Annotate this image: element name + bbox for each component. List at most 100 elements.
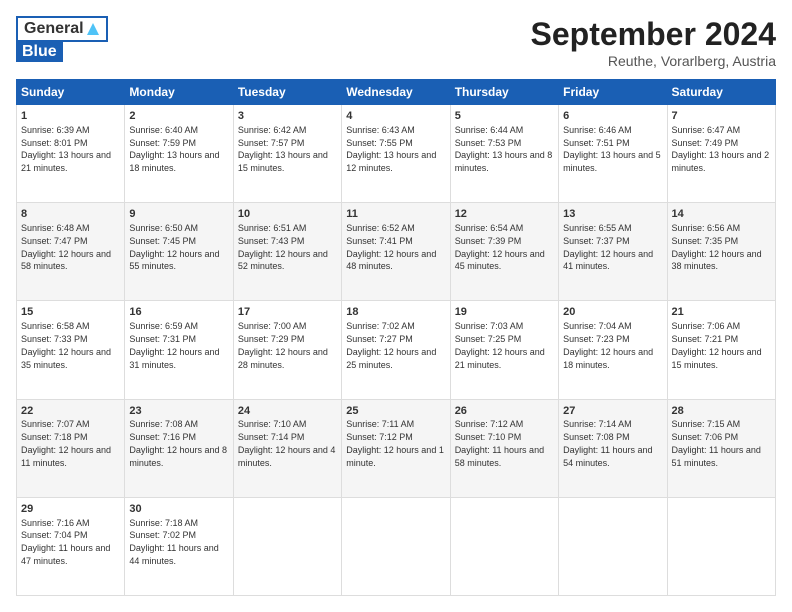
location: Reuthe, Vorarlberg, Austria [531, 53, 776, 69]
calendar-cell: 6Sunrise: 6:46 AMSunset: 7:51 PMDaylight… [559, 105, 667, 203]
calendar-table: Sunday Monday Tuesday Wednesday Thursday… [16, 79, 776, 596]
day-info: Sunrise: 7:03 AMSunset: 7:25 PMDaylight:… [455, 321, 545, 369]
calendar-cell [342, 497, 450, 595]
calendar-week-5: 29Sunrise: 7:16 AMSunset: 7:04 PMDayligh… [17, 497, 776, 595]
day-number: 26 [455, 404, 554, 419]
page: General Blue September 2024 Reuthe, Vora… [0, 0, 792, 612]
day-number: 23 [129, 404, 228, 419]
day-number: 19 [455, 305, 554, 320]
calendar-cell: 10Sunrise: 6:51 AMSunset: 7:43 PMDayligh… [233, 203, 341, 301]
calendar-week-2: 8Sunrise: 6:48 AMSunset: 7:47 PMDaylight… [17, 203, 776, 301]
day-info: Sunrise: 6:44 AMSunset: 7:53 PMDaylight:… [455, 125, 553, 173]
day-info: Sunrise: 7:16 AMSunset: 7:04 PMDaylight:… [21, 518, 110, 566]
day-number: 9 [129, 207, 228, 222]
day-number: 27 [563, 404, 662, 419]
day-info: Sunrise: 6:58 AMSunset: 7:33 PMDaylight:… [21, 321, 111, 369]
col-wednesday: Wednesday [342, 80, 450, 105]
day-number: 21 [672, 305, 771, 320]
title-block: September 2024 Reuthe, Vorarlberg, Austr… [531, 16, 776, 69]
calendar-cell: 4Sunrise: 6:43 AMSunset: 7:55 PMDaylight… [342, 105, 450, 203]
calendar-week-4: 22Sunrise: 7:07 AMSunset: 7:18 PMDayligh… [17, 399, 776, 497]
header-row: Sunday Monday Tuesday Wednesday Thursday… [17, 80, 776, 105]
calendar-cell: 24Sunrise: 7:10 AMSunset: 7:14 PMDayligh… [233, 399, 341, 497]
day-number: 20 [563, 305, 662, 320]
day-info: Sunrise: 7:18 AMSunset: 7:02 PMDaylight:… [129, 518, 218, 566]
day-info: Sunrise: 7:14 AMSunset: 7:08 PMDaylight:… [563, 419, 652, 467]
calendar-cell: 30Sunrise: 7:18 AMSunset: 7:02 PMDayligh… [125, 497, 233, 595]
day-number: 29 [21, 502, 120, 517]
day-number: 12 [455, 207, 554, 222]
day-number: 10 [238, 207, 337, 222]
col-friday: Friday [559, 80, 667, 105]
day-info: Sunrise: 6:47 AMSunset: 7:49 PMDaylight:… [672, 125, 770, 173]
calendar-cell: 14Sunrise: 6:56 AMSunset: 7:35 PMDayligh… [667, 203, 775, 301]
day-info: Sunrise: 6:39 AMSunset: 8:01 PMDaylight:… [21, 125, 111, 173]
day-number: 14 [672, 207, 771, 222]
day-info: Sunrise: 7:06 AMSunset: 7:21 PMDaylight:… [672, 321, 762, 369]
day-number: 7 [672, 109, 771, 124]
day-info: Sunrise: 6:52 AMSunset: 7:41 PMDaylight:… [346, 223, 436, 271]
day-number: 28 [672, 404, 771, 419]
day-info: Sunrise: 6:51 AMSunset: 7:43 PMDaylight:… [238, 223, 328, 271]
header: General Blue September 2024 Reuthe, Vora… [16, 16, 776, 69]
calendar-cell: 23Sunrise: 7:08 AMSunset: 7:16 PMDayligh… [125, 399, 233, 497]
calendar-cell: 7Sunrise: 6:47 AMSunset: 7:49 PMDaylight… [667, 105, 775, 203]
day-number: 30 [129, 502, 228, 517]
calendar-cell: 3Sunrise: 6:42 AMSunset: 7:57 PMDaylight… [233, 105, 341, 203]
col-thursday: Thursday [450, 80, 558, 105]
logo-triangle-icon [86, 22, 100, 36]
day-number: 5 [455, 109, 554, 124]
day-info: Sunrise: 7:10 AMSunset: 7:14 PMDaylight:… [238, 419, 336, 467]
calendar-cell: 12Sunrise: 6:54 AMSunset: 7:39 PMDayligh… [450, 203, 558, 301]
day-number: 4 [346, 109, 445, 124]
day-info: Sunrise: 6:50 AMSunset: 7:45 PMDaylight:… [129, 223, 219, 271]
day-number: 1 [21, 109, 120, 124]
col-tuesday: Tuesday [233, 80, 341, 105]
day-number: 18 [346, 305, 445, 320]
col-saturday: Saturday [667, 80, 775, 105]
col-sunday: Sunday [17, 80, 125, 105]
calendar-cell: 16Sunrise: 6:59 AMSunset: 7:31 PMDayligh… [125, 301, 233, 399]
calendar-cell: 26Sunrise: 7:12 AMSunset: 7:10 PMDayligh… [450, 399, 558, 497]
day-number: 6 [563, 109, 662, 124]
calendar-cell [233, 497, 341, 595]
calendar-cell: 22Sunrise: 7:07 AMSunset: 7:18 PMDayligh… [17, 399, 125, 497]
logo-general-text: General [24, 20, 84, 38]
day-number: 13 [563, 207, 662, 222]
day-number: 11 [346, 207, 445, 222]
day-number: 25 [346, 404, 445, 419]
calendar-cell: 5Sunrise: 6:44 AMSunset: 7:53 PMDaylight… [450, 105, 558, 203]
calendar-cell: 27Sunrise: 7:14 AMSunset: 7:08 PMDayligh… [559, 399, 667, 497]
calendar-cell: 13Sunrise: 6:55 AMSunset: 7:37 PMDayligh… [559, 203, 667, 301]
calendar-cell: 17Sunrise: 7:00 AMSunset: 7:29 PMDayligh… [233, 301, 341, 399]
day-info: Sunrise: 6:55 AMSunset: 7:37 PMDaylight:… [563, 223, 653, 271]
day-number: 17 [238, 305, 337, 320]
calendar-cell: 28Sunrise: 7:15 AMSunset: 7:06 PMDayligh… [667, 399, 775, 497]
calendar-week-1: 1Sunrise: 6:39 AMSunset: 8:01 PMDaylight… [17, 105, 776, 203]
day-info: Sunrise: 6:56 AMSunset: 7:35 PMDaylight:… [672, 223, 762, 271]
calendar-cell: 11Sunrise: 6:52 AMSunset: 7:41 PMDayligh… [342, 203, 450, 301]
day-info: Sunrise: 6:48 AMSunset: 7:47 PMDaylight:… [21, 223, 111, 271]
day-number: 22 [21, 404, 120, 419]
day-info: Sunrise: 6:43 AMSunset: 7:55 PMDaylight:… [346, 125, 436, 173]
calendar-cell: 29Sunrise: 7:16 AMSunset: 7:04 PMDayligh… [17, 497, 125, 595]
calendar-cell: 1Sunrise: 6:39 AMSunset: 8:01 PMDaylight… [17, 105, 125, 203]
logo: General Blue [16, 16, 108, 62]
calendar-cell: 8Sunrise: 6:48 AMSunset: 7:47 PMDaylight… [17, 203, 125, 301]
day-info: Sunrise: 7:00 AMSunset: 7:29 PMDaylight:… [238, 321, 328, 369]
calendar-cell [667, 497, 775, 595]
day-info: Sunrise: 7:04 AMSunset: 7:23 PMDaylight:… [563, 321, 653, 369]
day-info: Sunrise: 7:08 AMSunset: 7:16 PMDaylight:… [129, 419, 227, 467]
calendar-cell: 25Sunrise: 7:11 AMSunset: 7:12 PMDayligh… [342, 399, 450, 497]
month-title: September 2024 [531, 16, 776, 53]
calendar-cell [450, 497, 558, 595]
logo-blue-text: Blue [22, 43, 57, 60]
day-info: Sunrise: 7:07 AMSunset: 7:18 PMDaylight:… [21, 419, 111, 467]
day-info: Sunrise: 6:59 AMSunset: 7:31 PMDaylight:… [129, 321, 219, 369]
calendar-cell: 21Sunrise: 7:06 AMSunset: 7:21 PMDayligh… [667, 301, 775, 399]
day-number: 2 [129, 109, 228, 124]
calendar-cell: 15Sunrise: 6:58 AMSunset: 7:33 PMDayligh… [17, 301, 125, 399]
day-number: 3 [238, 109, 337, 124]
calendar-cell: 2Sunrise: 6:40 AMSunset: 7:59 PMDaylight… [125, 105, 233, 203]
col-monday: Monday [125, 80, 233, 105]
